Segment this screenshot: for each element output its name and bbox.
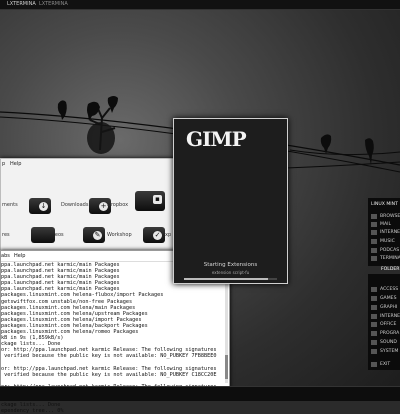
start-menu-item-label: PROGRA bbox=[380, 331, 400, 336]
start-menu-title: LINUX MINT bbox=[371, 202, 398, 207]
folder-label: Workshop bbox=[107, 232, 132, 238]
terminal-line: verified because the public key is not a… bbox=[1, 353, 217, 360]
folder-label: res bbox=[2, 232, 10, 238]
start-menu-item-label: BROWSE bbox=[380, 214, 400, 219]
start-menu-item[interactable]: PROGRA bbox=[371, 331, 400, 336]
menu-item-icon bbox=[371, 340, 377, 345]
splash-substatus-text: extension script-fu bbox=[211, 270, 250, 275]
folder-label: Downloads bbox=[61, 202, 89, 208]
menu-item-icon bbox=[371, 256, 377, 261]
start-menu-item[interactable]: ACCESS bbox=[371, 287, 399, 292]
menu-item-icon bbox=[371, 239, 377, 244]
menu-item-icon bbox=[371, 222, 377, 227]
scrollbar-thumb[interactable] bbox=[225, 355, 228, 379]
menu-item-icon bbox=[371, 296, 377, 301]
menu-item-icon bbox=[371, 322, 377, 327]
start-menu-item-label: GAMES bbox=[380, 296, 397, 301]
checkmark-icon: ✓ bbox=[153, 231, 162, 240]
start-menu-item-label: PODCAS bbox=[380, 248, 400, 253]
folder-label: ments bbox=[2, 202, 18, 208]
terminal-line: or: http://ppa.launchpad.net karmic Rele… bbox=[1, 365, 217, 372]
menu-item-icon bbox=[371, 230, 377, 235]
file-manager-menubar: p Help bbox=[1, 159, 179, 169]
folder-label: xp bbox=[165, 232, 172, 238]
top-panel: LXTERMINA LXTERMINA bbox=[0, 0, 400, 10]
start-menu-item-label: OFFICE bbox=[380, 322, 397, 327]
folder-icon: ↓ bbox=[29, 198, 51, 214]
menu-item-icon bbox=[371, 287, 377, 292]
start-menu-item[interactable]: TERMINA bbox=[371, 256, 400, 261]
download-arrow-icon: ↓ bbox=[39, 202, 48, 211]
start-menu-item-label: EXIT bbox=[380, 362, 391, 367]
start-menu-item[interactable]: MAIL bbox=[371, 222, 392, 227]
start-menu-item[interactable]: BROWSE bbox=[371, 214, 400, 219]
dropbox-folder-icon: ▪ bbox=[135, 191, 165, 211]
start-menu-item[interactable]: EXIT bbox=[371, 362, 391, 367]
terminal-line: ependency tree... 0% bbox=[1, 408, 64, 414]
menu-item-icon bbox=[371, 349, 377, 354]
gimp-splash-window: GIMP Starting Extensions extension scrip… bbox=[173, 118, 288, 284]
start-menu-item[interactable]: OFFICE bbox=[371, 322, 397, 327]
edit-icon: ✎ bbox=[93, 231, 102, 240]
start-menu-item[interactable]: INTERNE bbox=[371, 230, 400, 235]
film-folder-icon bbox=[33, 227, 55, 243]
start-menu-item-label: MAIL bbox=[380, 222, 392, 227]
start-menu-item-label: SOUND bbox=[380, 340, 397, 345]
taskbar-tab[interactable]: LXTERMINA bbox=[36, 0, 71, 9]
taskbar-tab[interactable]: LXTERMINA bbox=[4, 0, 39, 9]
dropbox-icon: ▪ bbox=[153, 195, 162, 204]
menu-item-tabs[interactable]: abs bbox=[1, 251, 10, 261]
start-menu-item-label: INTERNE bbox=[380, 230, 400, 235]
menu-item-icon bbox=[371, 305, 377, 310]
start-menu-item-selected[interactable]: FOLDER bbox=[368, 266, 400, 274]
start-menu-item-label: SYSTEM bbox=[380, 349, 399, 354]
menu-item-icon bbox=[371, 331, 377, 336]
start-menu-item-label: FOLDER bbox=[381, 267, 400, 272]
splash-status-text: Starting Extensions bbox=[203, 262, 258, 268]
folder-label: Dropbox bbox=[107, 202, 129, 208]
start-menu-item[interactable]: PODCAS bbox=[371, 248, 400, 253]
menu-item-help[interactable]: Help bbox=[14, 251, 25, 261]
splash-progress-bar bbox=[184, 278, 277, 280]
start-menu-item[interactable]: GAMES bbox=[371, 296, 397, 301]
start-menu-item[interactable]: GRAPHI bbox=[371, 305, 398, 310]
terminal-line: verified because the public key is not a… bbox=[1, 371, 217, 378]
bottom-panel bbox=[0, 386, 400, 401]
start-menu-item-label: INTERNE bbox=[380, 314, 400, 319]
start-menu-item-label: ACCESS bbox=[380, 287, 399, 292]
start-menu-item-label: MUSIC bbox=[380, 239, 395, 244]
folder-icon: ✎ bbox=[83, 227, 105, 243]
menu-item-icon bbox=[371, 362, 377, 367]
menu-item[interactable]: p bbox=[2, 159, 5, 169]
menu-item-icon bbox=[371, 248, 377, 253]
start-menu-item[interactable]: INTERNE bbox=[371, 314, 400, 319]
gimp-logo: GIMP bbox=[186, 127, 247, 151]
start-menu-item[interactable]: SYSTEM bbox=[371, 349, 399, 354]
menu-item-icon bbox=[371, 214, 377, 219]
start-menu: LINUX MINT BROWSE MAIL INTERNE MUSIC PODCAS T… bbox=[368, 198, 400, 370]
file-manager-window: p Help ments ↓ Downloads + Dropbox ▪ res… bbox=[0, 158, 180, 252]
start-menu-item[interactable]: SOUND bbox=[371, 340, 397, 345]
progress-fill bbox=[184, 278, 268, 280]
start-menu-item-label: GRAPHI bbox=[380, 305, 398, 310]
start-menu-item[interactable]: MUSIC bbox=[371, 239, 395, 244]
menu-item-icon bbox=[371, 314, 377, 319]
folder-icon: ✓ bbox=[143, 227, 165, 243]
start-menu-item-label: TERMINA bbox=[380, 256, 400, 261]
menu-item-help[interactable]: Help bbox=[10, 159, 21, 169]
